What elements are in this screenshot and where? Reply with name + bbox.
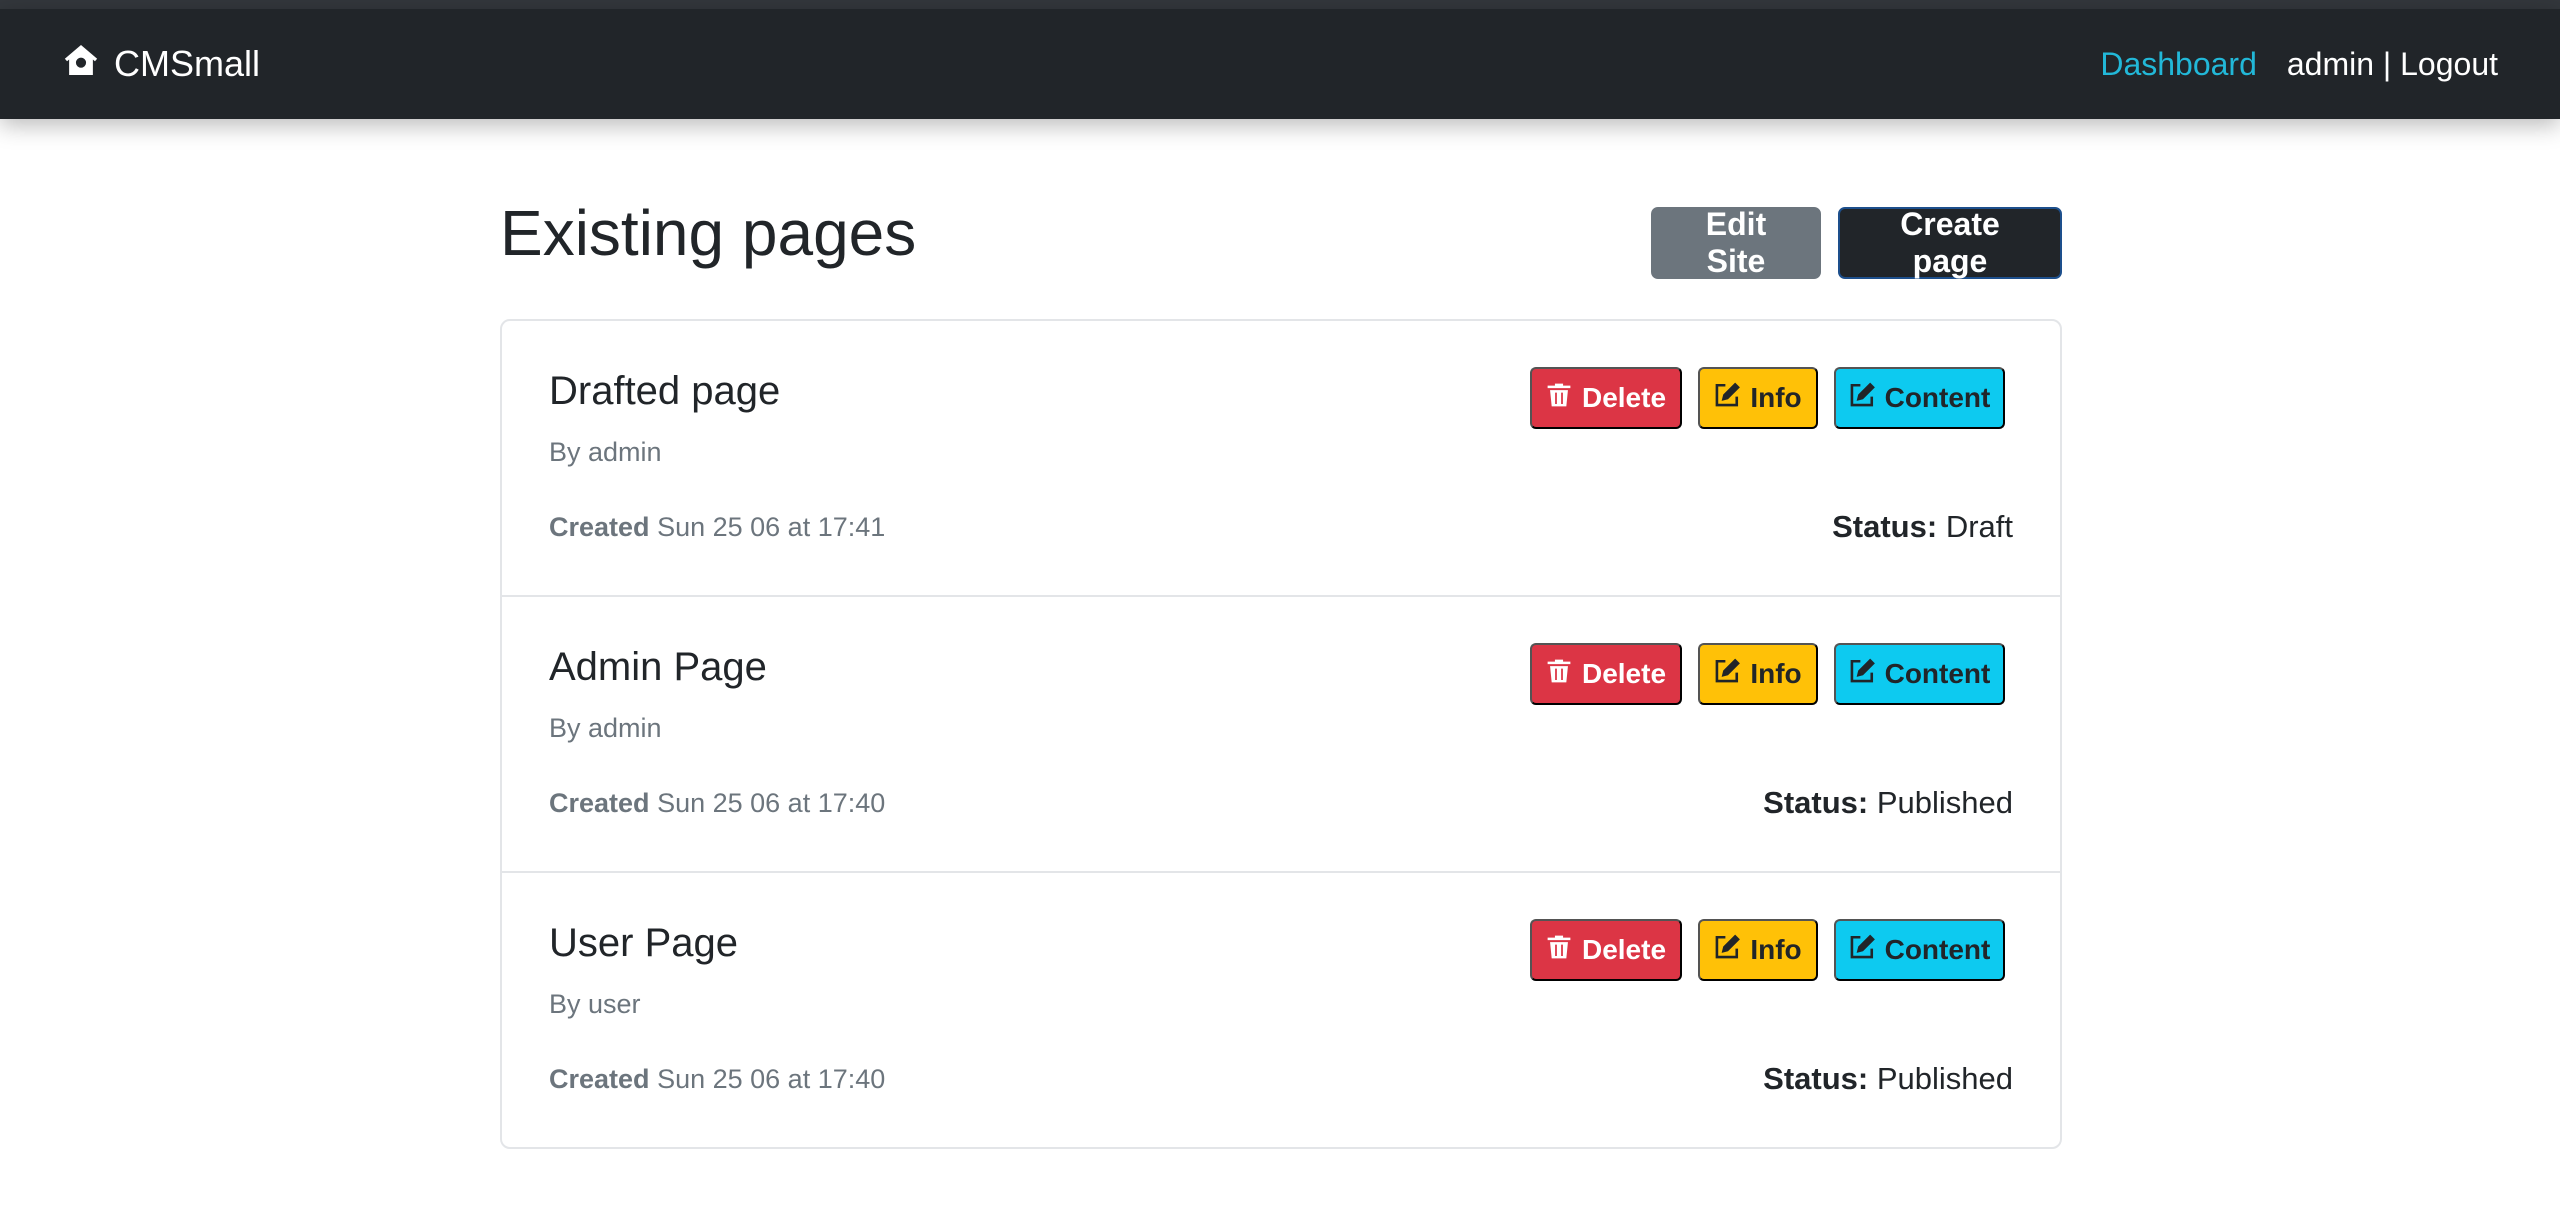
delete-label: Delete [1581, 382, 1667, 413]
page-item-author: By admin [549, 437, 662, 467]
trash-icon [1546, 382, 1572, 415]
main-content: Existing pages Edit Site Create page Dra… [500, 119, 2062, 1149]
pages-list: Drafted page By admin Created Sun 25 06 … [500, 319, 2062, 1149]
status-value: Published [1876, 1061, 2013, 1096]
created-label: Created [549, 788, 650, 818]
edit-site-button[interactable]: Edit Site [1651, 206, 1821, 279]
delete-button[interactable]: Delete [1530, 643, 1682, 705]
edit-icon [1714, 658, 1741, 691]
content-label: Content [1884, 658, 1991, 689]
page-item-author: By admin [549, 713, 662, 743]
page-header: Existing pages Edit Site Create page [500, 119, 2062, 319]
page-item-title: Drafted page [549, 369, 781, 413]
status-label: Status: [1763, 1061, 1869, 1096]
content-button[interactable]: Content [1834, 643, 2005, 705]
edit-icon [1849, 382, 1875, 415]
created-date: Sun 25 06 at 17:40 [657, 1064, 886, 1094]
delete-button[interactable]: Delete [1530, 367, 1682, 429]
delete-label: Delete [1581, 658, 1667, 689]
list-item: Drafted page By admin Created Sun 25 06 … [502, 321, 2060, 597]
info-button[interactable]: Info [1698, 643, 1818, 705]
trash-icon [1546, 934, 1572, 967]
page-item-status: Status: Draft [1832, 511, 2013, 542]
content-label: Content [1884, 382, 1991, 413]
list-item: User Page By user Created Sun 25 06 at 1… [502, 873, 2060, 1147]
nav-links: Dashboard admin | Logout [2100, 9, 2498, 119]
page-item-status: Status: Published [1763, 1063, 2013, 1094]
page-item-created: Created Sun 25 06 at 17:40 [549, 790, 885, 817]
brand-name: CMSmall [114, 43, 261, 84]
status-label: Status: [1832, 509, 1938, 544]
status-label: Status: [1763, 785, 1869, 820]
page-item-author: By user [549, 989, 641, 1019]
delete-button[interactable]: Delete [1530, 919, 1682, 981]
info-label: Info [1750, 934, 1802, 965]
edit-icon [1714, 934, 1741, 967]
page-item-title: Admin Page [549, 645, 767, 689]
page-item-actions: Delete Info Content [1530, 919, 2005, 981]
created-date: Sun 25 06 at 17:41 [657, 512, 886, 542]
edit-icon [1849, 934, 1875, 967]
header-actions: Edit Site Create page [1651, 206, 2062, 279]
navbar: CMSmall Dashboard admin | Logout [0, 9, 2560, 119]
info-button[interactable]: Info [1698, 919, 1818, 981]
info-label: Info [1750, 658, 1802, 689]
page-item-title: User Page [549, 921, 738, 965]
page-item-actions: Delete Info Content [1530, 367, 2005, 429]
content-label: Content [1884, 934, 1991, 965]
page-item-status: Status: Published [1763, 787, 2013, 818]
info-button[interactable]: Info [1698, 367, 1818, 429]
created-label: Created [549, 512, 650, 542]
created-label: Created [549, 1064, 650, 1094]
content-button[interactable]: Content [1834, 919, 2005, 981]
trash-icon [1546, 658, 1572, 691]
created-date: Sun 25 06 at 17:40 [657, 788, 886, 818]
page-item-actions: Delete Info Content [1530, 643, 2005, 705]
create-page-button[interactable]: Create page [1838, 206, 2062, 279]
edit-icon [1714, 382, 1741, 415]
page-item-created: Created Sun 25 06 at 17:40 [549, 1066, 885, 1093]
edit-icon [1849, 658, 1875, 691]
status-value: Draft [1945, 509, 2013, 544]
delete-label: Delete [1581, 934, 1667, 965]
status-value: Published [1876, 785, 2013, 820]
content-button[interactable]: Content [1834, 367, 2005, 429]
house-icon [62, 41, 100, 88]
nav-dashboard-link[interactable]: Dashboard [2100, 46, 2257, 83]
page-item-created: Created Sun 25 06 at 17:41 [549, 514, 885, 541]
info-label: Info [1750, 382, 1802, 413]
window-top-edge [0, 0, 2560, 9]
page-title: Existing pages [500, 197, 917, 269]
list-item: Admin Page By admin Created Sun 25 06 at… [502, 597, 2060, 873]
user-logout-link[interactable]: admin | Logout [2287, 46, 2498, 83]
brand-link[interactable]: CMSmall [62, 9, 260, 119]
